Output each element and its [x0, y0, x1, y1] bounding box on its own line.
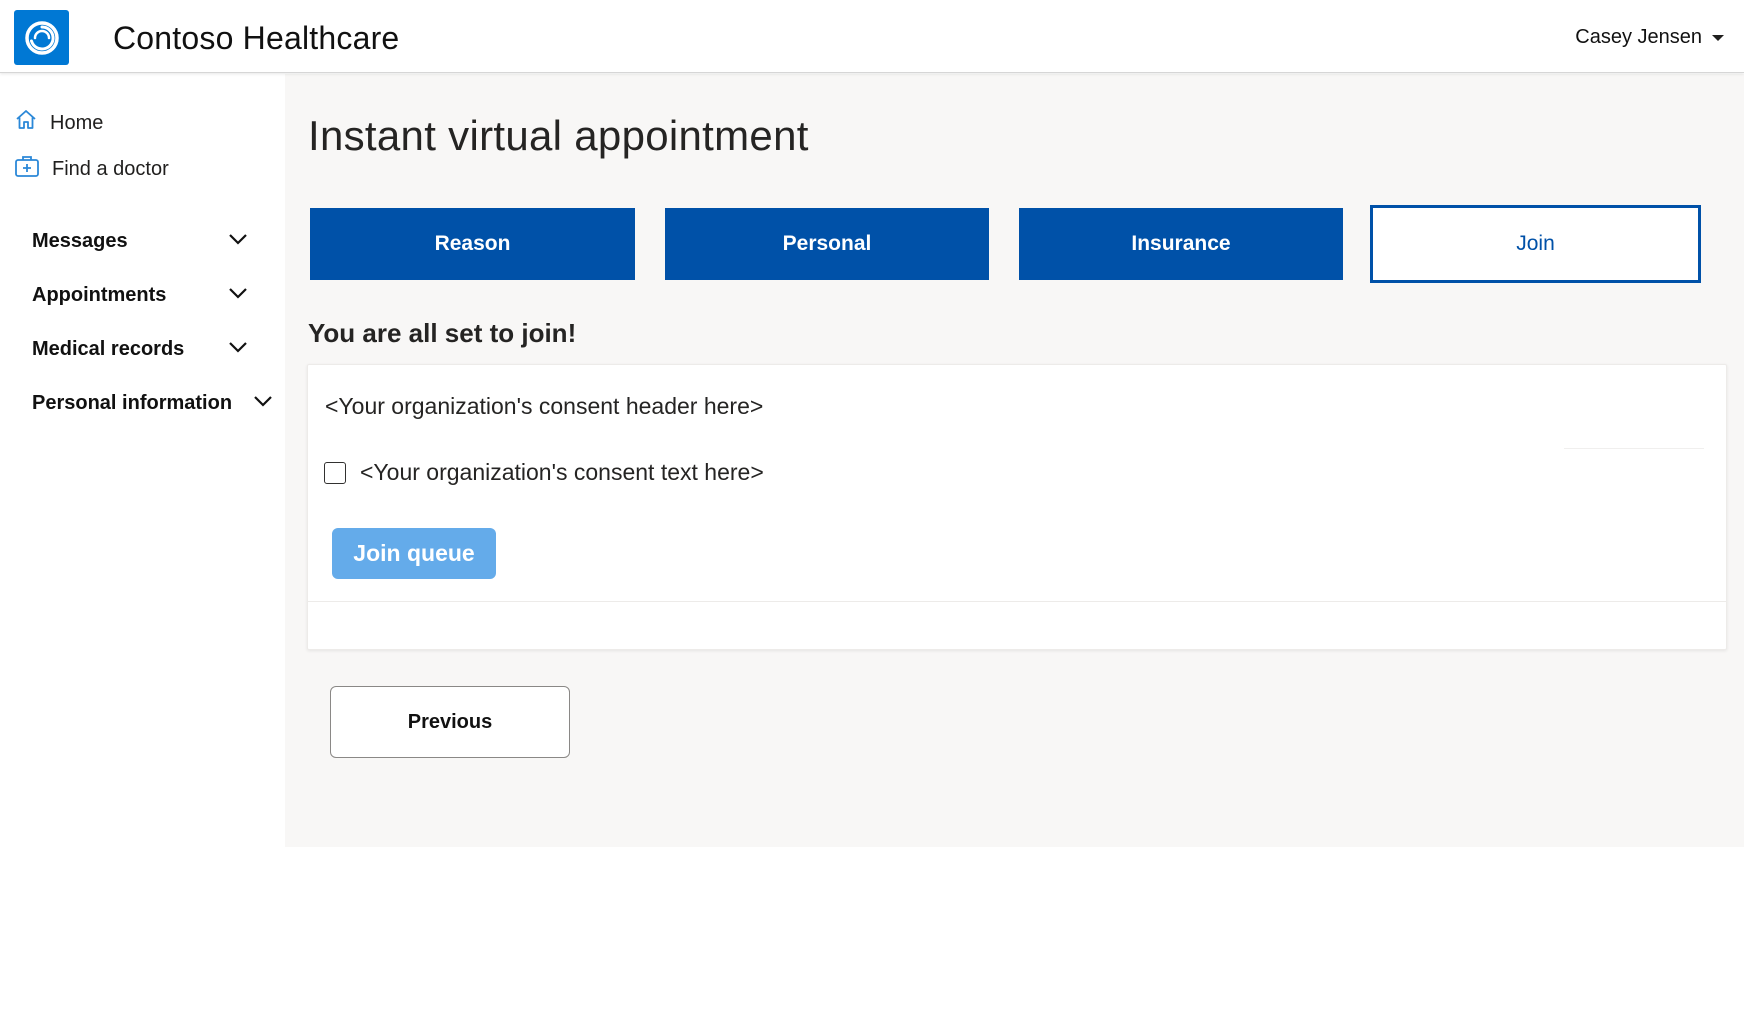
- consent-text: <Your organization's consent text here>: [360, 459, 764, 485]
- step-personal[interactable]: Personal: [665, 208, 989, 280]
- step-reason[interactable]: Reason: [310, 208, 635, 280]
- sidebar-nav: Home Find a doctor Messages Appointments…: [0, 74, 285, 847]
- sidebar-item-home[interactable]: Home: [14, 108, 103, 138]
- contoso-logo-icon[interactable]: [14, 10, 69, 65]
- page-title: Instant virtual appointment: [308, 112, 809, 159]
- sidebar-section-personal-information[interactable]: Personal information: [32, 392, 232, 415]
- step-insurance[interactable]: Insurance: [1019, 208, 1343, 280]
- sidebar-section-messages[interactable]: Messages: [32, 230, 128, 253]
- chevron-down-icon[interactable]: [228, 340, 248, 354]
- sidebar-item-label: Home: [50, 111, 104, 134]
- medical-kit-icon: [14, 154, 40, 184]
- user-menu[interactable]: Casey Jensen: [1575, 26, 1724, 49]
- sidebar-section-medical-records[interactable]: Medical records: [32, 338, 184, 361]
- chevron-down-icon[interactable]: [228, 232, 248, 246]
- card-footer-divider: [308, 601, 1726, 602]
- top-header: Contoso Healthcare Casey Jensen: [0, 0, 1744, 73]
- consent-row[interactable]: <Your organization's consent text here>: [324, 459, 764, 486]
- divider: [1564, 448, 1704, 449]
- chevron-down-icon[interactable]: [253, 394, 273, 408]
- previous-button[interactable]: Previous: [330, 686, 570, 758]
- sidebar-section-appointments[interactable]: Appointments: [32, 284, 166, 307]
- step-join[interactable]: Join: [1370, 205, 1701, 283]
- chevron-down-icon[interactable]: [228, 286, 248, 300]
- consent-header: <Your organization's consent header here…: [325, 393, 764, 419]
- main-content: Instant virtual appointment Reason Perso…: [285, 74, 1744, 847]
- consent-checkbox[interactable]: [324, 461, 346, 484]
- subtitle: You are all set to join!: [308, 318, 577, 348]
- sidebar-item-label: Find a doctor: [52, 157, 169, 180]
- caret-down-icon: [1712, 34, 1724, 41]
- sidebar-item-find-a-doctor[interactable]: Find a doctor: [14, 154, 169, 184]
- join-queue-button[interactable]: Join queue: [332, 528, 496, 579]
- home-icon: [14, 108, 38, 138]
- app-title: Contoso Healthcare: [113, 20, 400, 56]
- consent-card: <Your organization's consent header here…: [307, 364, 1727, 650]
- user-name: Casey Jensen: [1575, 26, 1702, 48]
